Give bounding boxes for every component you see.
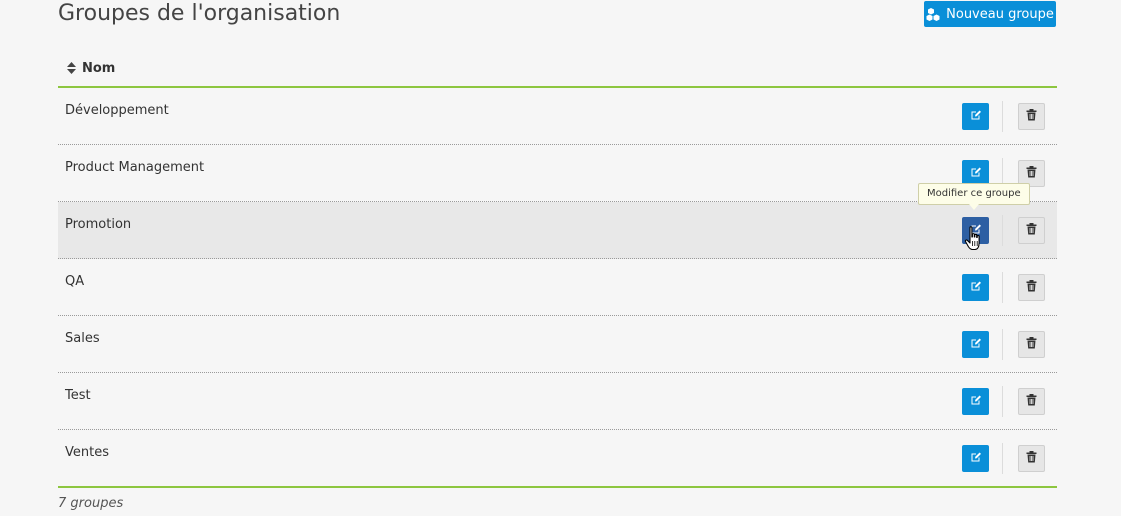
action-divider <box>1002 215 1003 246</box>
delete-group-button[interactable] <box>1018 274 1045 301</box>
table-row: Product Management <box>58 145 1057 202</box>
group-count: 7 groupes <box>58 496 124 511</box>
delete-group-button[interactable] <box>1018 445 1045 472</box>
trash-icon <box>1026 280 1037 295</box>
trash-icon <box>1026 166 1037 181</box>
group-name: Développement <box>65 103 169 118</box>
group-name: Sales <box>65 331 100 346</box>
column-header-name: Nom <box>82 60 116 76</box>
edit-group-button[interactable] <box>962 103 989 130</box>
cubes-icon <box>926 7 942 21</box>
table-row: Sales <box>58 316 1057 373</box>
table-row: Promotion <box>58 202 1057 259</box>
action-divider <box>1002 386 1003 417</box>
page: Groupes de l'organisation Nouveau groupe <box>0 0 1121 516</box>
table-row: Ventes <box>58 430 1057 488</box>
edit-group-button[interactable] <box>962 274 989 301</box>
edit-icon <box>970 337 982 352</box>
trash-icon <box>1026 451 1037 466</box>
table-row: QA <box>58 259 1057 316</box>
trash-icon <box>1026 394 1037 409</box>
action-divider <box>1002 272 1003 303</box>
edit-group-button[interactable] <box>962 331 989 358</box>
groups-table: Nom Développement Product Management Promo… <box>58 50 1057 488</box>
edit-icon <box>970 451 982 466</box>
table-body: Développement Product Management Promotion… <box>58 88 1057 488</box>
page-title: Groupes de l'organisation <box>58 1 341 26</box>
table-row: Test <box>58 373 1057 430</box>
trash-icon <box>1026 109 1037 124</box>
delete-group-button[interactable] <box>1018 103 1045 130</box>
table-header: Nom <box>58 50 1057 88</box>
new-group-button[interactable]: Nouveau groupe <box>924 1 1056 27</box>
delete-group-button[interactable] <box>1018 217 1045 244</box>
delete-group-button[interactable] <box>1018 388 1045 415</box>
edit-group-button[interactable] <box>962 388 989 415</box>
table-row: Développement <box>58 88 1057 145</box>
group-name: QA <box>65 274 85 289</box>
edit-icon <box>970 223 982 238</box>
new-group-label: Nouveau groupe <box>946 6 1054 22</box>
sort-icon <box>67 62 76 74</box>
edit-group-button[interactable] <box>962 445 989 472</box>
edit-group-button[interactable] <box>962 217 989 244</box>
group-name: Test <box>65 388 91 403</box>
trash-icon <box>1026 223 1037 238</box>
tooltip: Modifier ce groupe <box>918 183 1030 210</box>
edit-icon <box>970 166 982 181</box>
edit-icon <box>970 280 982 295</box>
delete-group-button[interactable] <box>1018 331 1045 358</box>
group-name: Product Management <box>65 160 205 175</box>
action-divider <box>1002 101 1003 132</box>
group-name: Promotion <box>65 217 132 232</box>
trash-icon <box>1026 337 1037 352</box>
edit-icon <box>970 109 982 124</box>
edit-icon <box>970 394 982 409</box>
sort-by-name[interactable]: Nom <box>67 61 115 76</box>
action-divider <box>1002 329 1003 360</box>
group-name: Ventes <box>65 445 109 460</box>
action-divider <box>1002 443 1003 474</box>
